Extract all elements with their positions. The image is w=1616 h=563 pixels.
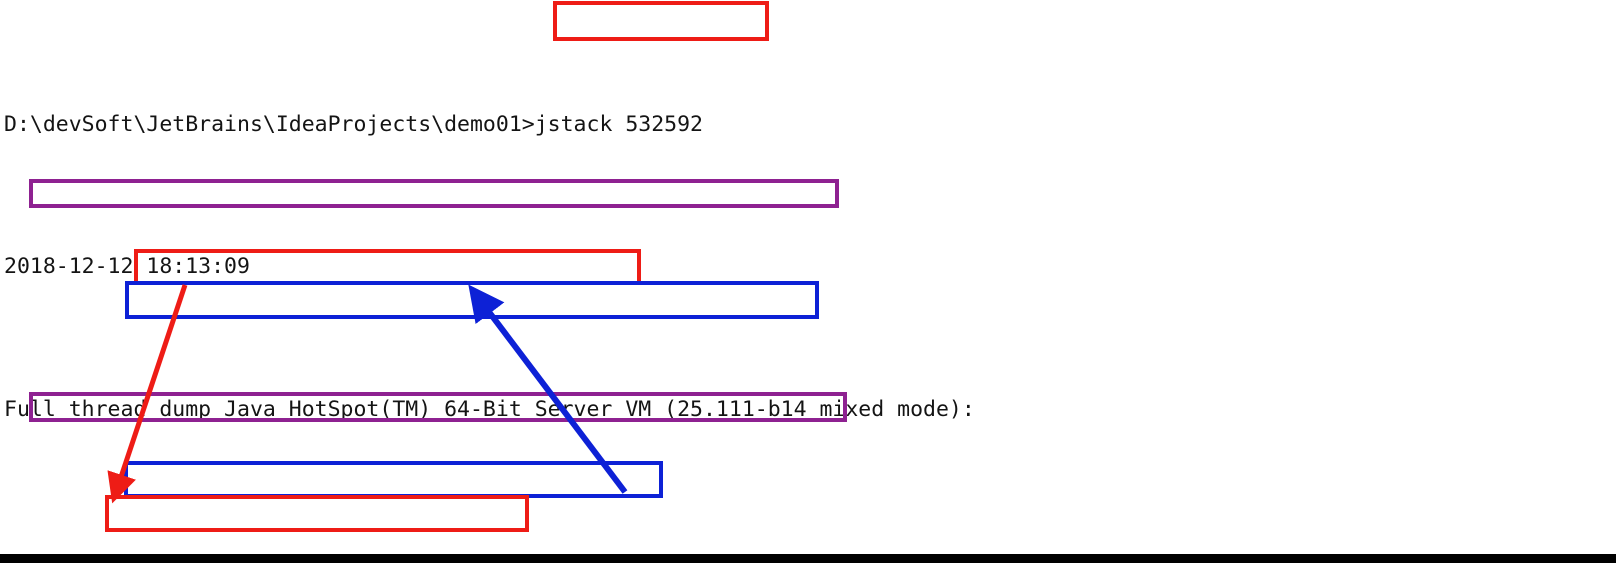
timestamp-line: 2018-12-12 18:13:09 [4,254,250,280]
prompt-path: D:\devSoft\JetBrains\IdeaProjects\demo01… [4,111,535,137]
command-text: jstack 532592 [534,111,703,137]
console-output: D:\devSoft\JetBrains\IdeaProjects\demo01… [0,0,1616,563]
bottom-black-bar [0,554,1616,563]
screenshot-root: D:\devSoft\JetBrains\IdeaProjects\demo01… [0,0,1616,563]
prompt-line: D:\devSoft\JetBrains\IdeaProjects\demo01… [0,107,1616,143]
thread-dump-header: Full thread dump Java HotSpot(TM) 64-Bit… [4,396,975,422]
